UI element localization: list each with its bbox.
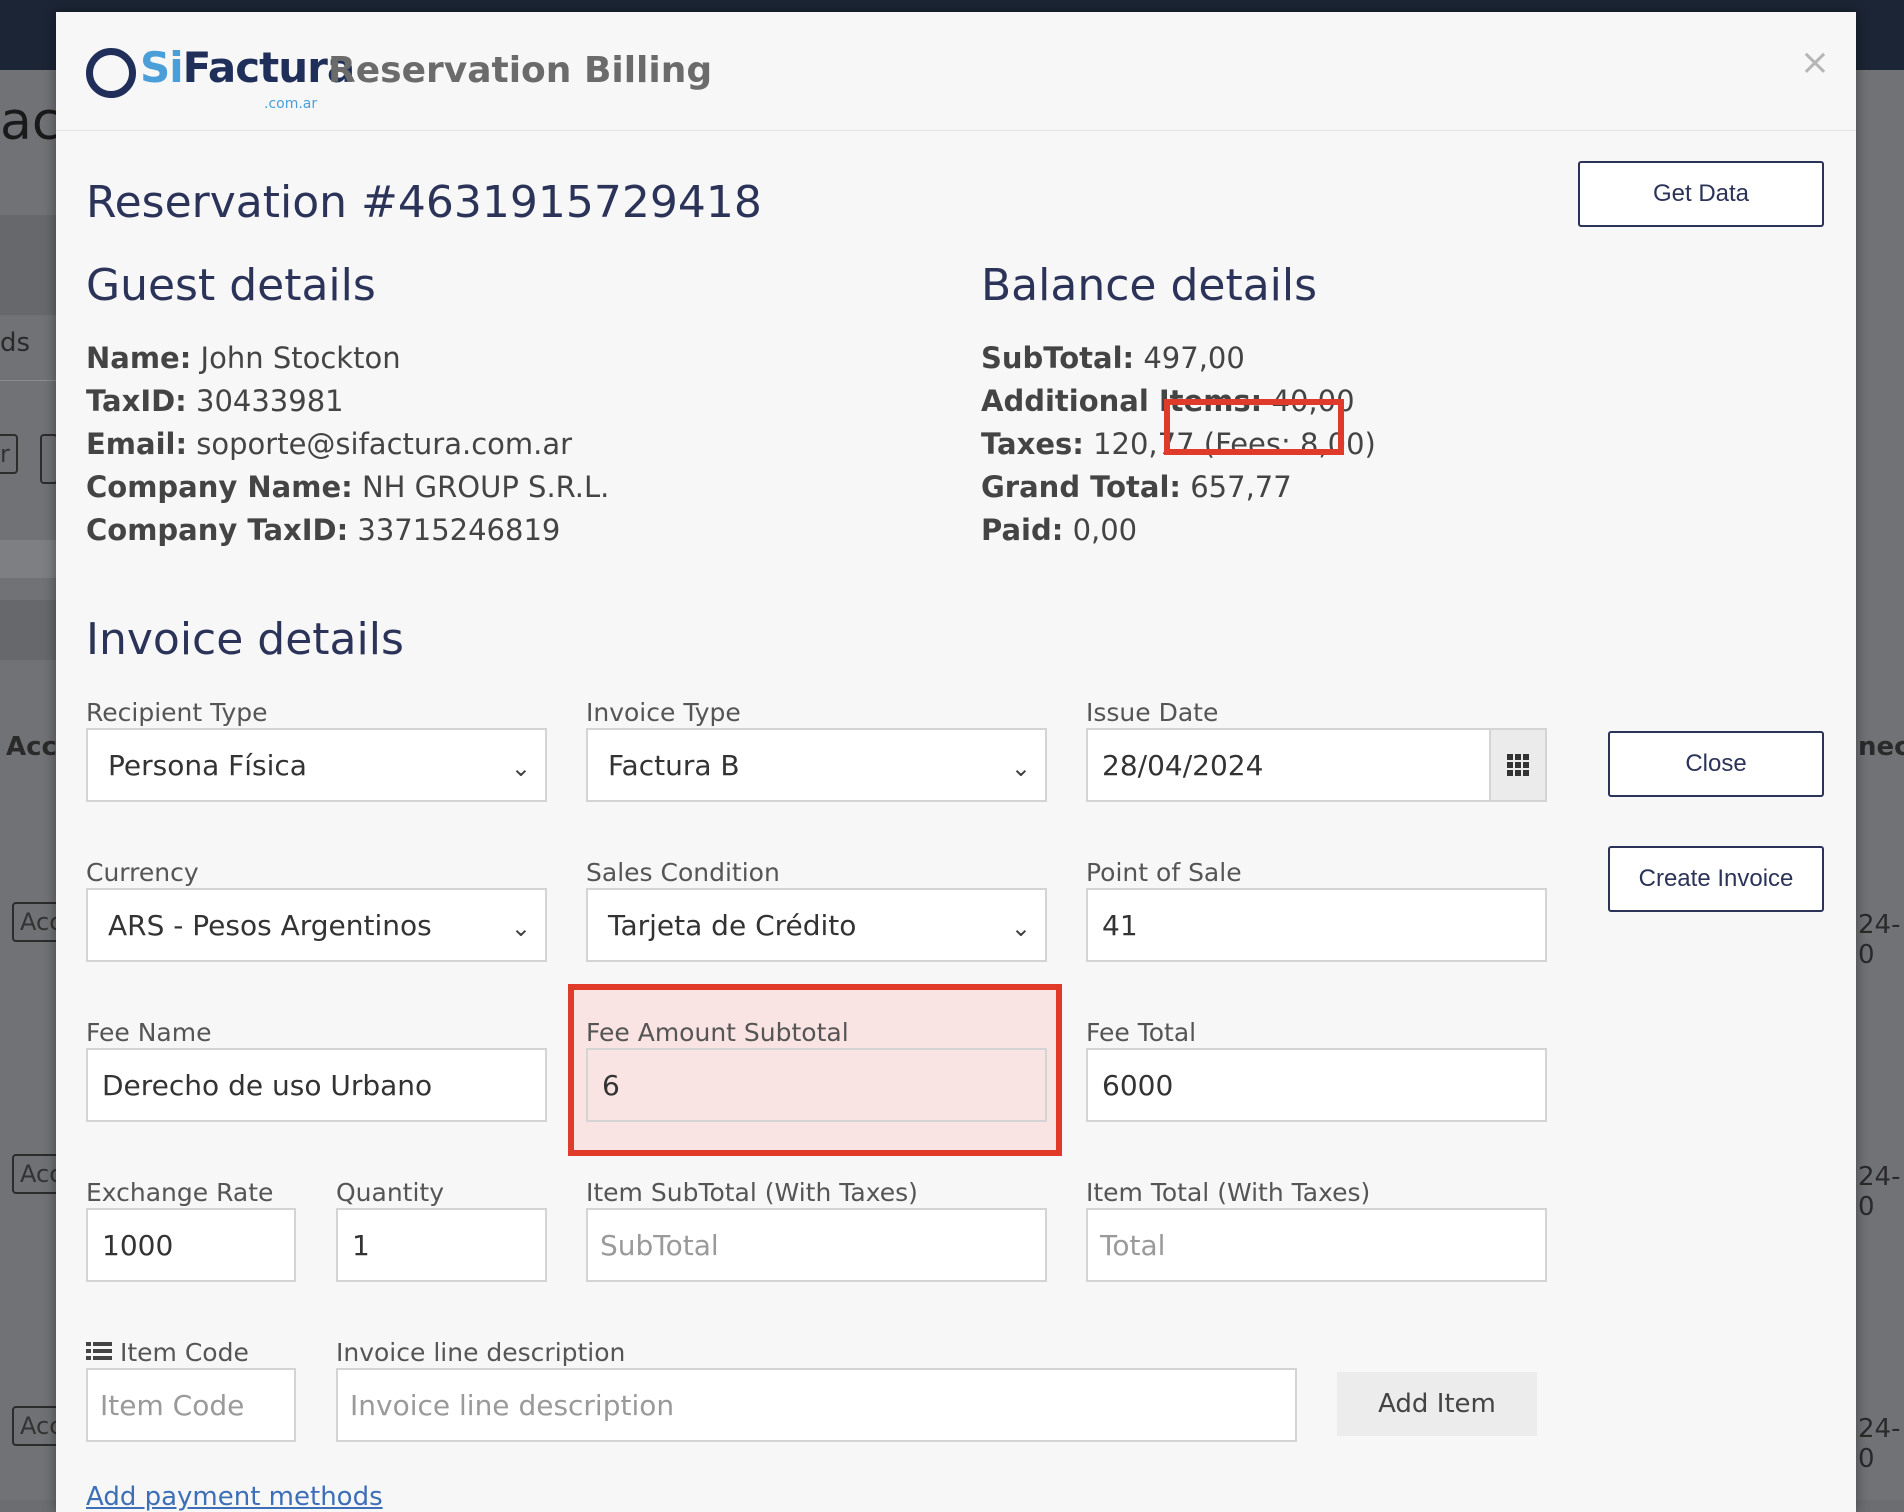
background-band	[0, 215, 56, 315]
sales-condition-select[interactable]: Tarjeta de Crédito ⌄	[586, 888, 1047, 962]
modal-header: SiFactura .com.ar Reservation Billing ×	[56, 12, 1856, 131]
currency-label: Currency	[86, 858, 199, 887]
logo-ring-icon	[86, 48, 136, 98]
guest-company-row: Company Name: NH GROUP S.R.L.	[86, 470, 610, 504]
item-code-label: Item Code	[86, 1338, 249, 1367]
item-subtotal-input[interactable]: SubTotal	[586, 1208, 1047, 1282]
issue-date-label: Issue Date	[1086, 698, 1219, 727]
background-cell: 24-0	[1858, 910, 1901, 970]
balance-paid-row: Paid: 0,00	[981, 513, 1138, 547]
item-total-input[interactable]: Total	[1086, 1208, 1547, 1282]
item-total-label: Item Total (With Taxes)	[1086, 1178, 1371, 1207]
reservation-title: Reservation #4631915729418	[86, 177, 762, 228]
currency-select[interactable]: ARS - Pesos Argentinos ⌄	[86, 888, 547, 962]
chevron-down-icon: ⌄	[510, 914, 531, 942]
balance-details-heading: Balance details	[981, 260, 1318, 311]
fee-total-input[interactable]: 6000	[1086, 1048, 1547, 1122]
calendar-icon[interactable]	[1489, 730, 1545, 800]
point-of-sale-input[interactable]: 41	[1086, 888, 1547, 962]
chevron-down-icon: ⌄	[1010, 754, 1031, 782]
exchange-rate-input[interactable]: 1000	[86, 1208, 296, 1282]
chevron-down-icon: ⌄	[510, 754, 531, 782]
recipient-type-select[interactable]: Persona Física ⌄	[86, 728, 547, 802]
chevron-down-icon: ⌄	[1010, 914, 1031, 942]
quantity-input[interactable]: 1	[336, 1208, 547, 1282]
guest-email-row: Email: soporte@sifactura.com.ar	[86, 427, 573, 461]
item-code-input[interactable]: Item Code	[86, 1368, 296, 1442]
background-cell: 24-0	[1858, 1414, 1901, 1474]
quantity-label: Quantity	[336, 1178, 445, 1207]
exchange-rate-label: Exchange Rate	[86, 1178, 274, 1207]
invoice-type-label: Invoice Type	[586, 698, 741, 727]
balance-subtotal-row: SubTotal: 497,00	[981, 341, 1245, 375]
fee-amount-highlight	[568, 984, 1062, 1156]
get-data-button[interactable]: Get Data	[1578, 161, 1824, 227]
create-invoice-button[interactable]: Create Invoice	[1608, 846, 1824, 912]
sifactura-logo: SiFactura .com.ar	[86, 44, 355, 112]
background-band	[0, 600, 56, 660]
fee-name-input[interactable]: Derecho de uso Urbano	[86, 1048, 547, 1122]
close-button[interactable]: Close	[1608, 731, 1824, 797]
guest-name-row: Name: John Stockton	[86, 341, 401, 375]
background-band	[0, 540, 56, 578]
fee-total-label: Fee Total	[1086, 1018, 1197, 1047]
add-item-button[interactable]: Add Item	[1337, 1372, 1537, 1436]
item-subtotal-label: Item SubTotal (With Taxes)	[586, 1178, 918, 1207]
line-description-input[interactable]: Invoice line description	[336, 1368, 1297, 1442]
background-cell: 24-0	[1858, 1162, 1901, 1222]
balance-grand-total-row: Grand Total: 657,77	[981, 470, 1292, 504]
invoice-details-heading: Invoice details	[86, 614, 404, 665]
modal-title: Reservation Billing	[328, 50, 713, 91]
background-text: ds	[0, 328, 31, 358]
issue-date-input[interactable]: 28/04/2024	[1086, 728, 1547, 802]
guest-taxid-row: TaxID: 30433981	[86, 384, 344, 418]
list-icon	[86, 1338, 112, 1367]
line-description-label: Invoice line description	[336, 1338, 626, 1367]
close-icon[interactable]: ×	[1800, 42, 1830, 83]
background-divider	[0, 380, 56, 381]
fee-name-label: Fee Name	[86, 1018, 212, 1047]
guest-details-heading: Guest details	[86, 260, 376, 311]
point-of-sale-label: Point of Sale	[1086, 858, 1242, 887]
invoice-type-select[interactable]: Factura B ⌄	[586, 728, 1047, 802]
billing-modal: SiFactura .com.ar Reservation Billing × …	[56, 12, 1856, 1512]
fees-highlight	[1164, 399, 1344, 455]
add-payment-methods-link[interactable]: Add payment methods	[86, 1482, 383, 1512]
guest-company-taxid-row: Company TaxID: 33715246819	[86, 513, 561, 547]
guest-details-list: Name: John Stockton TaxID: 30433981 Emai…	[86, 337, 609, 552]
sales-condition-label: Sales Condition	[586, 858, 780, 887]
recipient-type-label: Recipient Type	[86, 698, 268, 727]
background-button: r	[0, 434, 18, 474]
background-header-cell: neck	[1858, 732, 1904, 762]
